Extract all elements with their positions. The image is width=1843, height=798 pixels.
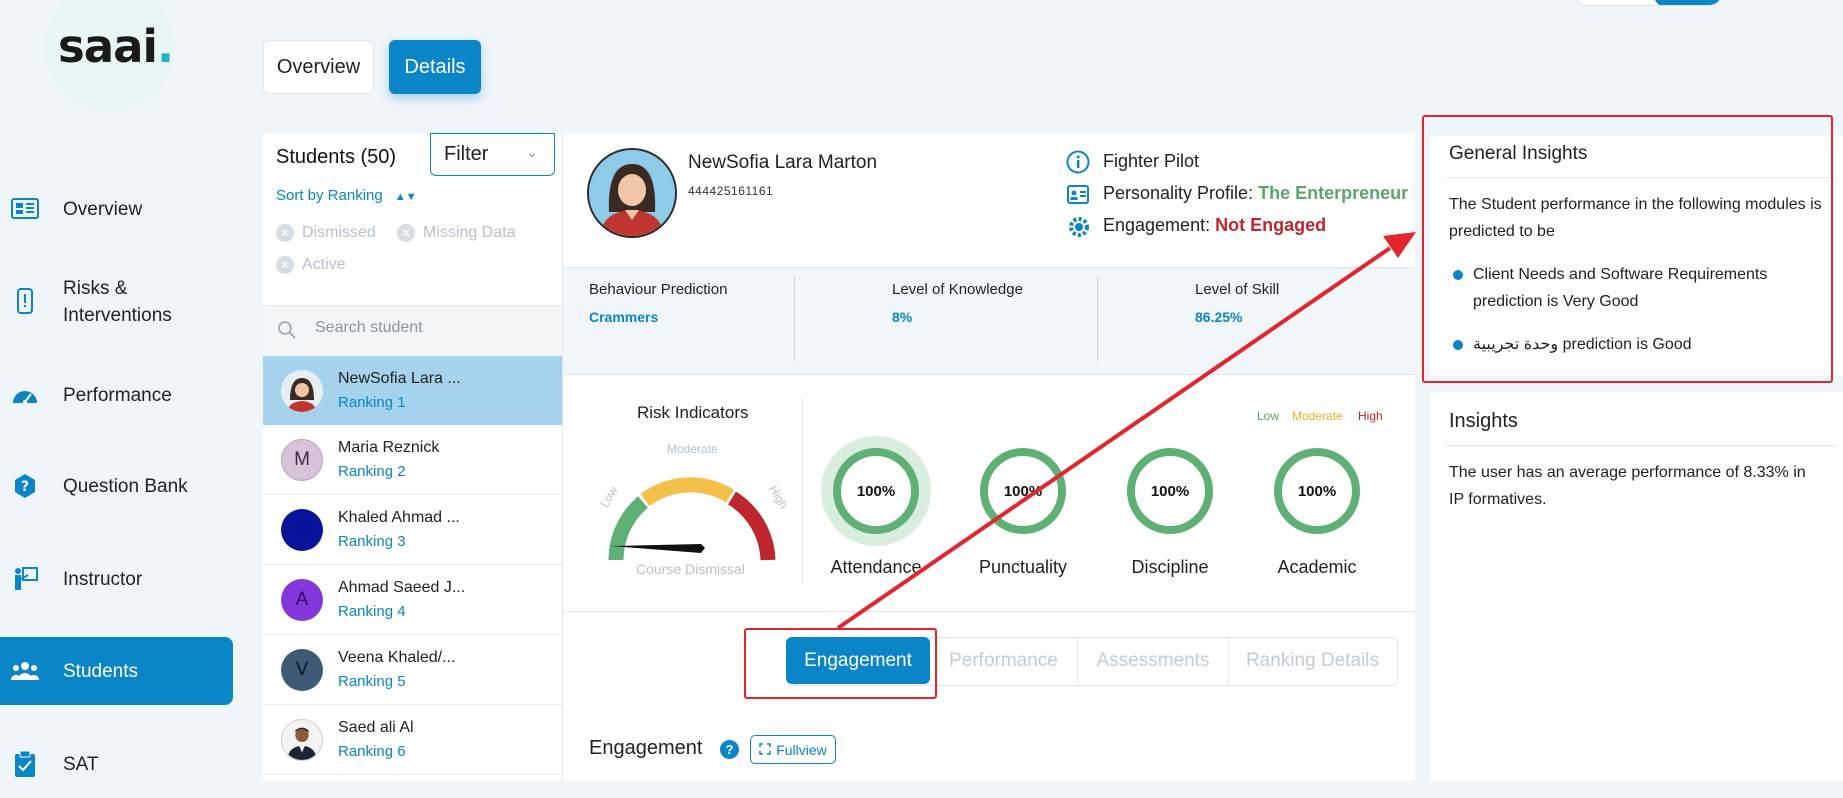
annotation-arrow (836, 232, 1416, 630)
